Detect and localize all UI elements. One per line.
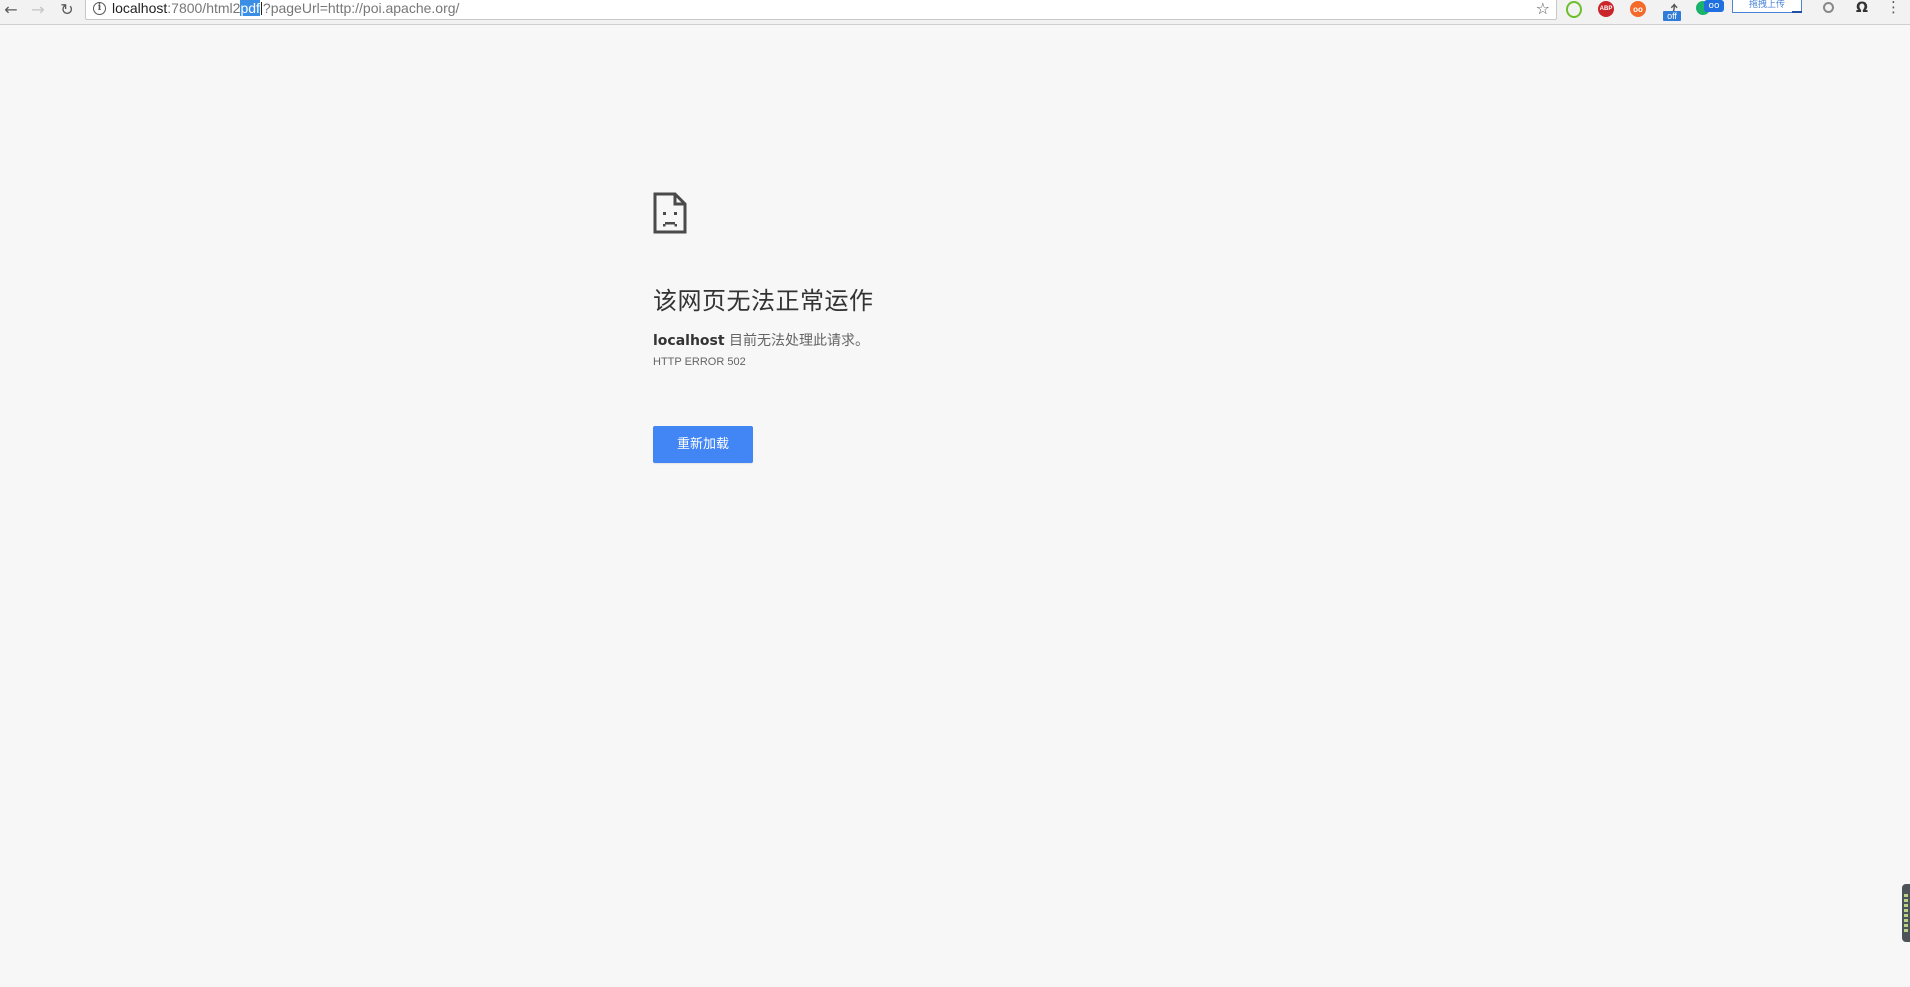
error-code: HTTP ERROR 502 <box>653 356 746 368</box>
url-text[interactable]: localhost:7800/html2pdf ?pageUrl=http://p… <box>112 0 459 17</box>
side-widget-grip <box>1904 894 1908 932</box>
upload-underline <box>1792 11 1802 13</box>
url-selection: pdf <box>240 0 260 16</box>
error-host: localhost <box>653 333 725 349</box>
blue-extension-icon[interactable]: oo <box>1704 0 1724 12</box>
bookmark-star-icon[interactable]: ☆ <box>1536 0 1550 17</box>
url-query: ?pageUrl=http://poi.apache.org/ <box>262 0 460 16</box>
forward-button[interactable]: → <box>27 0 49 19</box>
error-description: localhost 目前无法处理此请求。 <box>653 330 869 350</box>
error-description-text: 目前无法处理此请求。 <box>724 333 870 349</box>
sad-page-icon <box>653 192 687 234</box>
menu-dots-icon[interactable]: ⋮ <box>1886 0 1901 16</box>
search-extension-icon[interactable] <box>1823 2 1834 13</box>
text-cursor <box>260 2 262 15</box>
reload-icon: ↻ <box>60 0 74 19</box>
back-button[interactable]: ← <box>0 0 22 19</box>
adblock-plus-icon[interactable]: ABP <box>1598 1 1614 17</box>
address-bar[interactable]: i localhost:7800/html2pdf ?pageUrl=http:/… <box>85 0 1557 20</box>
error-title: 该网页无法正常运作 <box>653 287 874 315</box>
reload-page-button[interactable]: ↻ <box>56 0 78 19</box>
github-icon[interactable]: Ω <box>1854 0 1870 16</box>
glasses-label: oo <box>1633 4 1643 14</box>
browser-toolbar: ← → ↻ i localhost:7800/html2pdf ?pageUrl=… <box>0 0 1910 25</box>
off-badge: off <box>1663 11 1681 21</box>
extension-cluster: oo 拖拽上传 <box>1696 0 1806 16</box>
forward-arrow-icon: → <box>31 0 45 19</box>
info-icon[interactable]: i <box>93 2 106 15</box>
side-widget[interactable] <box>1902 884 1910 942</box>
reload-button[interactable]: 重新加载 <box>653 426 753 463</box>
apple-extension-icon[interactable] <box>1566 1 1582 18</box>
glasses-extension-icon[interactable]: oo <box>1630 1 1646 17</box>
url-path: :7800/html2 <box>167 0 241 16</box>
url-host: localhost <box>112 0 168 16</box>
abp-label: ABP <box>1599 6 1613 12</box>
back-arrow-icon: ← <box>4 0 18 19</box>
